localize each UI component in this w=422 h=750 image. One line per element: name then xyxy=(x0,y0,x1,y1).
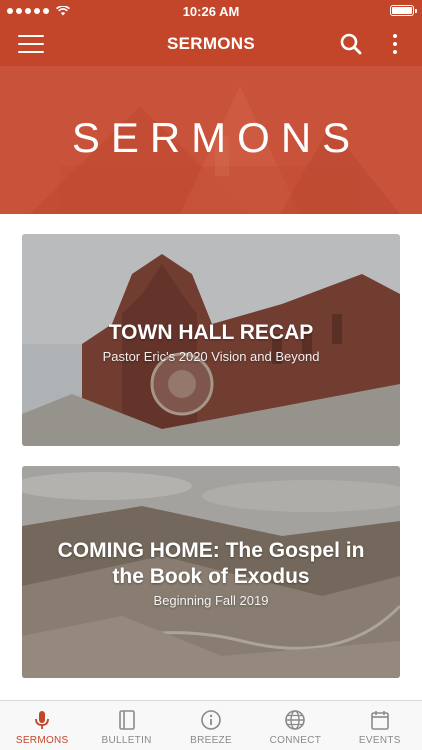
tab-label: CONNECT xyxy=(269,735,322,746)
microphone-icon xyxy=(35,711,50,729)
tab-label: EVENTS xyxy=(358,735,401,746)
tab-bulletin[interactable]: BULLETIN xyxy=(84,701,168,750)
tab-bar: SERMONS BULLETIN BREEZE CONNECT EVENTS xyxy=(0,700,422,750)
book-icon xyxy=(118,710,135,730)
tab-label: BREEZE xyxy=(190,735,232,746)
globe-icon xyxy=(285,710,306,730)
info-icon xyxy=(201,710,221,730)
status-bar: 10:26 AM xyxy=(0,0,422,22)
app-bar: SERMONS xyxy=(0,22,422,66)
sermon-card-coming-home[interactable]: COMING HOME: The Gospel in the Book of E… xyxy=(22,466,400,678)
status-time: 10:26 AM xyxy=(182,4,240,19)
hero-banner: SERMONS xyxy=(0,66,422,214)
battery-icon xyxy=(390,5,417,16)
card-subtitle: Beginning Fall 2019 xyxy=(153,593,269,608)
card-subtitle: Pastor Eric's 2020 Vision and Beyond xyxy=(102,349,320,364)
sermon-card-town-hall[interactable]: TOWN HALL RECAP Pastor Eric's 2020 Visio… xyxy=(22,234,400,446)
tab-events[interactable]: EVENTS xyxy=(338,701,422,750)
tab-breeze[interactable]: BREEZE xyxy=(169,701,253,750)
tab-sermons[interactable]: SERMONS xyxy=(0,701,84,750)
hero-title: SERMONS xyxy=(71,114,362,161)
tab-connect[interactable]: CONNECT xyxy=(253,701,337,750)
search-icon[interactable] xyxy=(338,31,364,57)
card-title: TOWN HALL RECAP xyxy=(108,321,314,344)
card-title: COMING HOME: The Gospel in the Book of E… xyxy=(57,539,365,588)
more-options-icon[interactable] xyxy=(390,31,400,57)
tab-label: SERMONS xyxy=(15,735,69,746)
tab-label: BULLETIN xyxy=(101,735,152,746)
calendar-icon xyxy=(371,711,389,730)
